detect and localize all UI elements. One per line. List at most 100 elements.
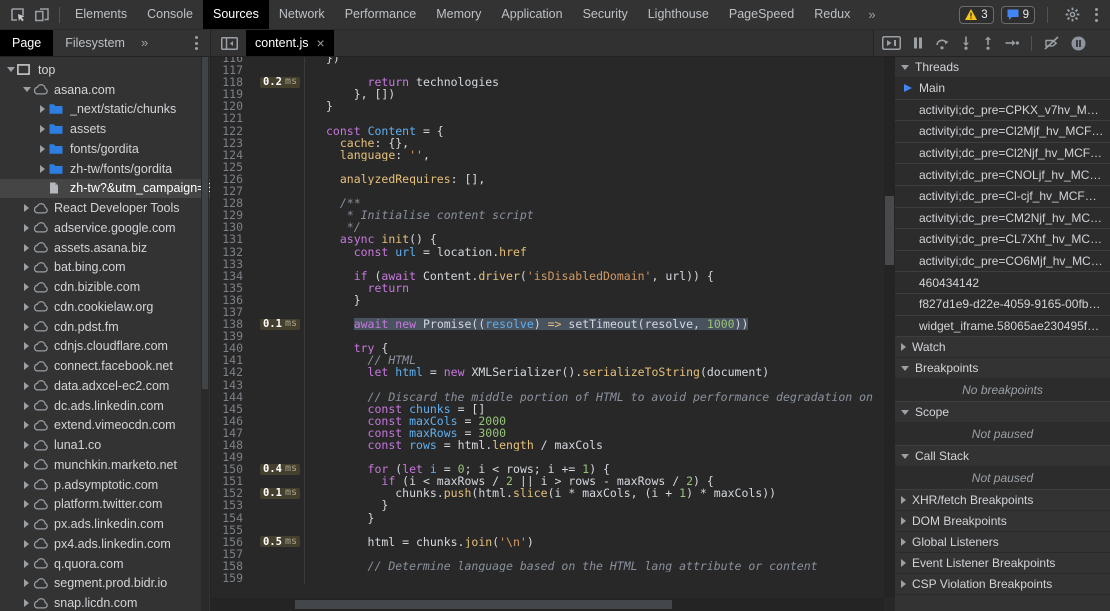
- line-number[interactable]: 144: [211, 391, 247, 403]
- code-text[interactable]: }: [305, 100, 333, 112]
- code-text[interactable]: const url = location.href: [305, 246, 527, 258]
- pause-script-icon[interactable]: [913, 37, 923, 49]
- tree-item[interactable]: snap.licdn.com: [0, 593, 210, 611]
- expander-closed-icon[interactable]: [20, 520, 33, 528]
- line-number[interactable]: 145: [211, 403, 247, 415]
- code-text[interactable]: const chunks = []: [305, 403, 485, 415]
- line-number[interactable]: 121: [211, 112, 247, 124]
- code-text[interactable]: // HTML: [305, 354, 416, 366]
- tree-item[interactable]: cdn.cookielaw.org: [0, 297, 210, 317]
- expander-closed-icon[interactable]: [20, 560, 33, 568]
- expander-closed-icon[interactable]: [20, 323, 33, 331]
- section-event-listener-breakpoints[interactable]: Event Listener Breakpoints: [895, 553, 1110, 574]
- toggle-debugger-sidebar-icon[interactable]: [882, 36, 901, 50]
- tree-item[interactable]: fonts/gordita: [0, 139, 210, 159]
- tree-item[interactable]: luna1.co: [0, 435, 210, 455]
- tree-item[interactable]: dc.ads.linkedin.com: [0, 396, 210, 416]
- tree-item[interactable]: munchkin.marketo.net: [0, 455, 210, 475]
- step-out-icon[interactable]: [983, 36, 993, 50]
- step-over-icon[interactable]: [935, 37, 949, 50]
- code-text[interactable]: [305, 451, 326, 463]
- pause-on-exceptions-icon[interactable]: [1071, 36, 1086, 51]
- code-text[interactable]: [305, 524, 326, 536]
- more-navigator-tabs-icon[interactable]: »: [137, 30, 152, 56]
- code-text[interactable]: const maxCols = 2000: [305, 415, 506, 427]
- code-text[interactable]: [305, 185, 326, 197]
- tree-item[interactable]: platform.twitter.com: [0, 495, 210, 515]
- line-number[interactable]: 131: [211, 233, 247, 245]
- tree-item[interactable]: px4.ads.linkedin.com: [0, 534, 210, 554]
- tree-item[interactable]: bat.bing.com: [0, 258, 210, 278]
- tab-application[interactable]: Application: [491, 0, 572, 29]
- code-text[interactable]: [305, 379, 326, 391]
- tree-item[interactable]: assets: [0, 119, 210, 139]
- code-text[interactable]: if (await Content.driver('isDisabledDoma…: [305, 270, 714, 282]
- code-text[interactable]: // Determine language based on the HTML …: [305, 560, 818, 572]
- tree-item[interactable]: top: [0, 60, 210, 80]
- code-text[interactable]: await new Promise((resolve) => setTimeou…: [305, 318, 748, 330]
- line-number[interactable]: 159: [211, 572, 247, 584]
- device-toolbar-icon[interactable]: [30, 3, 54, 27]
- code-text[interactable]: let html = new XMLSerializer().serialize…: [305, 366, 769, 378]
- code-text[interactable]: [305, 258, 326, 270]
- tab-elements[interactable]: Elements: [65, 0, 137, 29]
- code-text[interactable]: }: [305, 512, 374, 524]
- navigator-kebab-menu-icon[interactable]: [191, 36, 202, 50]
- thread-item[interactable]: widget_iframe.58065ae230495f…: [895, 316, 1110, 338]
- thread-item[interactable]: f827d1e9-d22e-4059-9165-00fb…: [895, 294, 1110, 316]
- tree-item[interactable]: React Developer Tools: [0, 198, 210, 218]
- tree-item[interactable]: _next/static/chunks: [0, 100, 210, 120]
- tree-item[interactable]: zh-tw/fonts/gordita: [0, 159, 210, 179]
- section-csp-violation-breakpoints[interactable]: CSP Violation Breakpoints: [895, 574, 1110, 595]
- editor-vscroll-thumb[interactable]: [885, 196, 894, 265]
- code-text[interactable]: async init() {: [305, 233, 437, 245]
- code-text[interactable]: }): [305, 57, 340, 64]
- section-scope[interactable]: Scope: [895, 402, 1110, 423]
- section-dom-breakpoints[interactable]: DOM Breakpoints: [895, 511, 1110, 532]
- tree-item[interactable]: extend.vimeocdn.com: [0, 416, 210, 436]
- thread-item[interactable]: activityi;dc_pre=Cl2Njf_hv_MCF…: [895, 143, 1110, 165]
- code-text[interactable]: const Content = {: [305, 125, 444, 137]
- code-text[interactable]: try {: [305, 342, 388, 354]
- code-text[interactable]: [305, 64, 326, 76]
- expander-closed-icon[interactable]: [20, 421, 33, 429]
- code-text[interactable]: const rows = html.length / maxCols: [305, 439, 603, 451]
- code-text[interactable]: // Discard the middle portion of HTML to…: [305, 391, 880, 403]
- tree-item[interactable]: assets.asana.biz: [0, 238, 210, 258]
- thread-item[interactable]: activityi;dc_pre=CNOLjf_hv_MC…: [895, 164, 1110, 186]
- code-text[interactable]: }: [305, 499, 388, 511]
- expander-closed-icon[interactable]: [20, 303, 33, 311]
- tab-sources[interactable]: Sources: [203, 0, 269, 29]
- section-call-stack[interactable]: Call Stack: [895, 446, 1110, 467]
- more-tabs-icon[interactable]: »: [860, 0, 883, 29]
- tree-item[interactable]: zh-tw?&utm_campaign=Bra: [0, 179, 210, 199]
- code-text[interactable]: }, []): [305, 88, 395, 100]
- tree-item[interactable]: asana.com: [0, 80, 210, 100]
- expander-closed-icon[interactable]: [36, 165, 49, 173]
- expander-closed-icon[interactable]: [20, 204, 33, 212]
- expander-closed-icon[interactable]: [20, 382, 33, 390]
- tree-item[interactable]: q.quora.com: [0, 554, 210, 574]
- expander-closed-icon[interactable]: [36, 145, 49, 153]
- code-text[interactable]: cache: {},: [305, 137, 409, 149]
- expander-closed-icon[interactable]: [20, 244, 33, 252]
- navigator-scrollbar[interactable]: [201, 57, 209, 611]
- tab-filesystem[interactable]: Filesystem: [53, 30, 137, 56]
- expander-closed-icon[interactable]: [20, 441, 33, 449]
- code-text[interactable]: }: [305, 294, 361, 306]
- tree-item[interactable]: adservice.google.com: [0, 218, 210, 238]
- code-text[interactable]: [305, 306, 326, 318]
- editor-horizontal-scrollbar[interactable]: [211, 598, 884, 611]
- line-number[interactable]: 122: [211, 125, 247, 137]
- expander-closed-icon[interactable]: [36, 105, 49, 113]
- tree-item[interactable]: cdnjs.cloudflare.com: [0, 337, 210, 357]
- thread-item[interactable]: activityi;dc_pre=CL7Xhf_hv_MC…: [895, 229, 1110, 251]
- expander-closed-icon[interactable]: [20, 500, 33, 508]
- expander-closed-icon[interactable]: [20, 224, 33, 232]
- step-into-icon[interactable]: [961, 36, 971, 50]
- code-text[interactable]: /**: [305, 197, 361, 209]
- tab-console[interactable]: Console: [137, 0, 203, 29]
- inspect-element-icon[interactable]: [6, 3, 30, 27]
- expander-closed-icon[interactable]: [20, 362, 33, 370]
- step-icon[interactable]: [1005, 38, 1019, 48]
